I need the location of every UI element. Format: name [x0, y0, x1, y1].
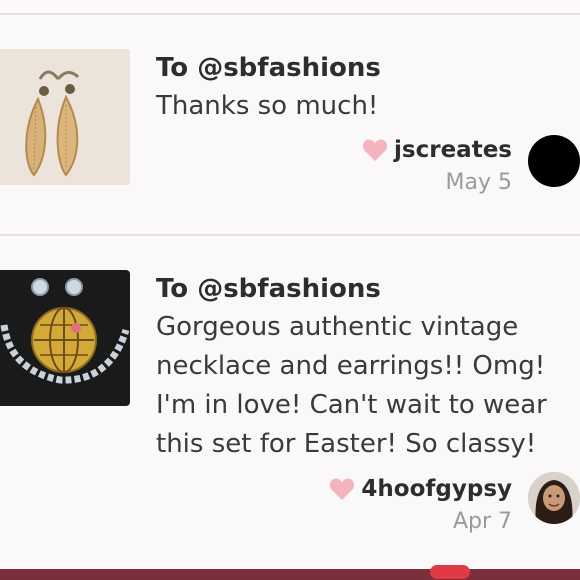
review-author-row: 4hoofgypsy: [329, 476, 512, 502]
review-author[interactable]: 4hoofgypsy: [361, 476, 512, 502]
review-message: Gorgeous authentic vintage necklace and …: [156, 312, 547, 459]
author-avatar[interactable]: [528, 135, 580, 187]
review-card: To @sbfashions Gorgeous authentic vintag…: [0, 236, 580, 566]
review-date: May 5: [445, 170, 512, 195]
heart-icon: [362, 139, 388, 161]
review-card: To @sbfashions Thanks so much! jscreates…: [0, 15, 580, 233]
heart-icon: [330, 478, 355, 500]
item-thumbnail[interactable]: [0, 270, 130, 406]
bottom-nav-bar: [0, 565, 580, 580]
nav-accent-icon[interactable]: [430, 565, 470, 579]
review-recipient: To @sbfashions: [156, 53, 381, 83]
item-thumbnail[interactable]: [0, 49, 130, 185]
review-author-row: jscreates: [362, 137, 512, 163]
review-message: Thanks so much!: [156, 91, 379, 121]
author-avatar[interactable]: [528, 472, 580, 524]
review-recipient: To @sbfashions: [156, 274, 381, 304]
review-date: Apr 7: [452, 509, 512, 534]
review-author[interactable]: jscreates: [394, 137, 512, 163]
